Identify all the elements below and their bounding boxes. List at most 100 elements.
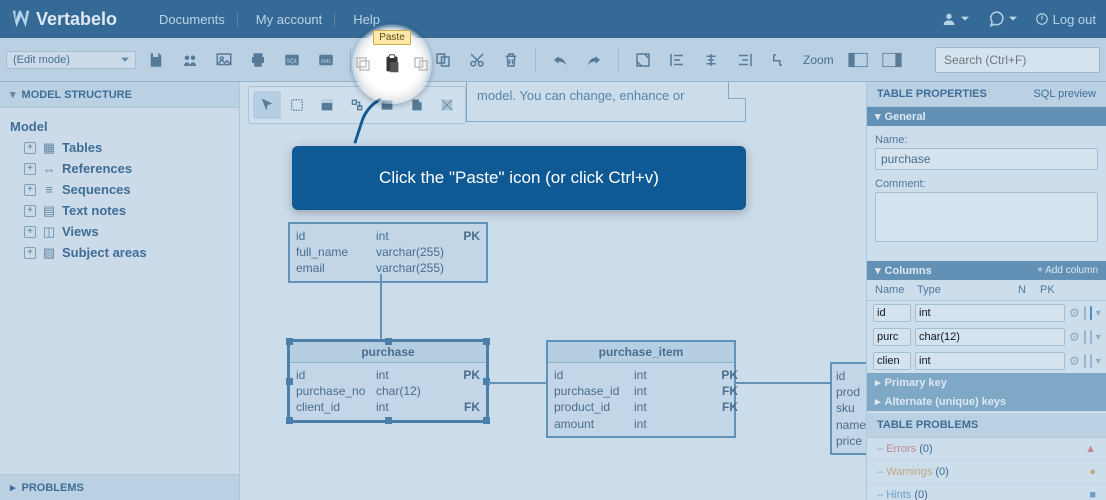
svg-text:SQL: SQL — [286, 59, 299, 65]
xml-icon[interactable]: XML — [312, 46, 340, 74]
redo-icon[interactable] — [580, 46, 608, 74]
tree-item-references[interactable]: +↔References — [10, 158, 229, 179]
hints-row[interactable]: – Hints (0)■ — [867, 484, 1106, 500]
chat-icon[interactable] — [987, 10, 1017, 28]
paste-tooltip: Paste — [373, 30, 411, 45]
col-type-input[interactable] — [915, 328, 1065, 346]
null-checkbox[interactable] — [1084, 330, 1086, 344]
null-checkbox[interactable] — [1084, 306, 1086, 320]
entity-client[interactable]: idintPKfull_namevarchar(255)emailvarchar… — [288, 222, 488, 283]
align-left-icon[interactable] — [663, 46, 691, 74]
model-tree: Model +▦Tables+↔References+≡Sequences+▤T… — [0, 108, 239, 474]
entity-purchase-item[interactable]: purchase_item idintPKpurchase_idintFKpro… — [546, 340, 736, 438]
callout-text: Click the "Paste" icon (or click Ctrl+v) — [379, 168, 659, 187]
resize-icon[interactable] — [629, 46, 657, 74]
section-ak[interactable]: ▸ Alternate (unique) keys — [867, 392, 1106, 411]
print-icon[interactable] — [244, 46, 272, 74]
top-nav: Vertabelo Documents My account Help Log … — [0, 0, 1106, 38]
mode-selector[interactable]: (Edit mode) — [6, 51, 136, 69]
toolbar: (Edit mode) SQL XML Zoom — [0, 38, 1106, 82]
add-column-link[interactable]: + Add column — [1037, 265, 1098, 276]
layout-left-icon[interactable] — [844, 46, 872, 74]
share-icon[interactable] — [176, 46, 204, 74]
tree-item-views[interactable]: +◫Views — [10, 221, 229, 242]
pk-checkbox[interactable] — [1090, 354, 1092, 368]
user-menu[interactable] — [941, 11, 969, 27]
undo-icon[interactable] — [546, 46, 574, 74]
column-row[interactable]: ⚙▾ ✕ — [867, 349, 1106, 373]
entity-purchase[interactable]: purchase idintPKpurchase_nochar(12)clien… — [288, 340, 488, 422]
gear-icon[interactable]: ⚙ — [1069, 354, 1080, 368]
entity-title: purchase — [290, 342, 486, 363]
errors-row[interactable]: – Errors (0)▲ — [867, 438, 1106, 461]
image-icon[interactable] — [210, 46, 238, 74]
table-name-input[interactable] — [875, 148, 1098, 170]
delete-icon[interactable] — [497, 46, 525, 74]
entity-title: purchase_item — [548, 342, 734, 363]
column-row[interactable]: ⚙▾ ✕ — [867, 301, 1106, 325]
duplicate-icon[interactable] — [429, 46, 457, 74]
col-name-input[interactable] — [873, 352, 911, 370]
text-note[interactable]: model. You can change, enhance or — [466, 82, 746, 122]
select-tool-icon[interactable] — [283, 91, 311, 119]
logout-label: Log out — [1053, 12, 1096, 27]
layout-right-icon[interactable] — [878, 46, 906, 74]
shape-toolbar — [248, 86, 466, 124]
route-icon[interactable] — [765, 46, 793, 74]
col-type-input[interactable] — [915, 352, 1065, 370]
logo[interactable]: Vertabelo — [10, 8, 117, 30]
table-properties-header: TABLE PROPERTIES SQL preview — [867, 82, 1106, 107]
mode-label: (Edit mode) — [13, 54, 70, 66]
warnings-row[interactable]: – Warnings (0)● — [867, 461, 1106, 484]
null-checkbox[interactable] — [1084, 354, 1086, 368]
col-name-input[interactable] — [873, 304, 911, 322]
dup-icon-dim — [410, 53, 432, 75]
save-icon[interactable] — [142, 46, 170, 74]
table-tool-icon[interactable] — [313, 91, 341, 119]
tree-item-subject-areas[interactable]: +▨Subject areas — [10, 242, 229, 263]
section-columns[interactable]: ▾ Columns+ Add column — [867, 261, 1106, 280]
canvas[interactable]: model. You can change, enhance or idintP… — [240, 82, 866, 500]
comment-label: Comment: — [875, 178, 1098, 190]
gear-icon[interactable]: ⚙ — [1069, 306, 1080, 320]
align-right-icon[interactable] — [731, 46, 759, 74]
gear-icon[interactable]: ⚙ — [1069, 330, 1080, 344]
connector — [736, 382, 830, 384]
chevron-down-icon[interactable]: ▾ — [1096, 356, 1101, 367]
search-box[interactable] — [935, 47, 1100, 73]
tree-item-tables[interactable]: +▦Tables — [10, 137, 229, 158]
col-type-input[interactable] — [915, 304, 1065, 322]
entity-product-stub[interactable]: idprodskunameprice — [830, 362, 866, 455]
search-input[interactable] — [935, 47, 1100, 73]
sql-preview-link[interactable]: SQL preview — [1033, 88, 1096, 100]
chevron-down-icon[interactable]: ▾ — [1096, 332, 1101, 343]
tutorial-callout: Click the "Paste" icon (or click Ctrl+v) — [292, 146, 746, 210]
nav-documents[interactable]: Documents — [147, 12, 238, 27]
comment-input[interactable] — [875, 192, 1098, 242]
col-name-input[interactable] — [873, 328, 911, 346]
panel-title: MODEL STRUCTURE — [22, 89, 132, 101]
pk-checkbox[interactable] — [1090, 330, 1092, 344]
paste-icon-highlight[interactable] — [377, 49, 407, 79]
model-structure-header[interactable]: ▾MODEL STRUCTURE — [0, 82, 239, 108]
props-title: TABLE PROPERTIES — [877, 88, 987, 100]
section-general[interactable]: ▾ General — [867, 107, 1106, 126]
problems-title: PROBLEMS — [22, 482, 84, 494]
nav-account[interactable]: My account — [244, 12, 335, 27]
column-row[interactable]: ⚙▾ ✕ — [867, 325, 1106, 349]
problems-header[interactable]: ▸PROBLEMS — [0, 474, 239, 500]
tree-item-sequences[interactable]: +≡Sequences — [10, 179, 229, 200]
zoom-label: Zoom — [803, 53, 834, 67]
pk-checkbox[interactable] — [1090, 306, 1092, 320]
nav-links: Documents My account Help — [147, 12, 392, 27]
area-tool-icon[interactable] — [433, 91, 461, 119]
cut-icon[interactable] — [463, 46, 491, 74]
tree-item-text-notes[interactable]: +▤Text notes — [10, 200, 229, 221]
align-center-icon[interactable] — [697, 46, 725, 74]
logout-button[interactable]: Log out — [1035, 12, 1096, 27]
tree-root[interactable]: Model — [10, 116, 229, 137]
pointer-tool-icon[interactable] — [253, 91, 281, 119]
section-pk[interactable]: ▸ Primary key — [867, 373, 1106, 392]
sql-icon[interactable]: SQL — [278, 46, 306, 74]
copy-icon-dim — [352, 53, 374, 75]
